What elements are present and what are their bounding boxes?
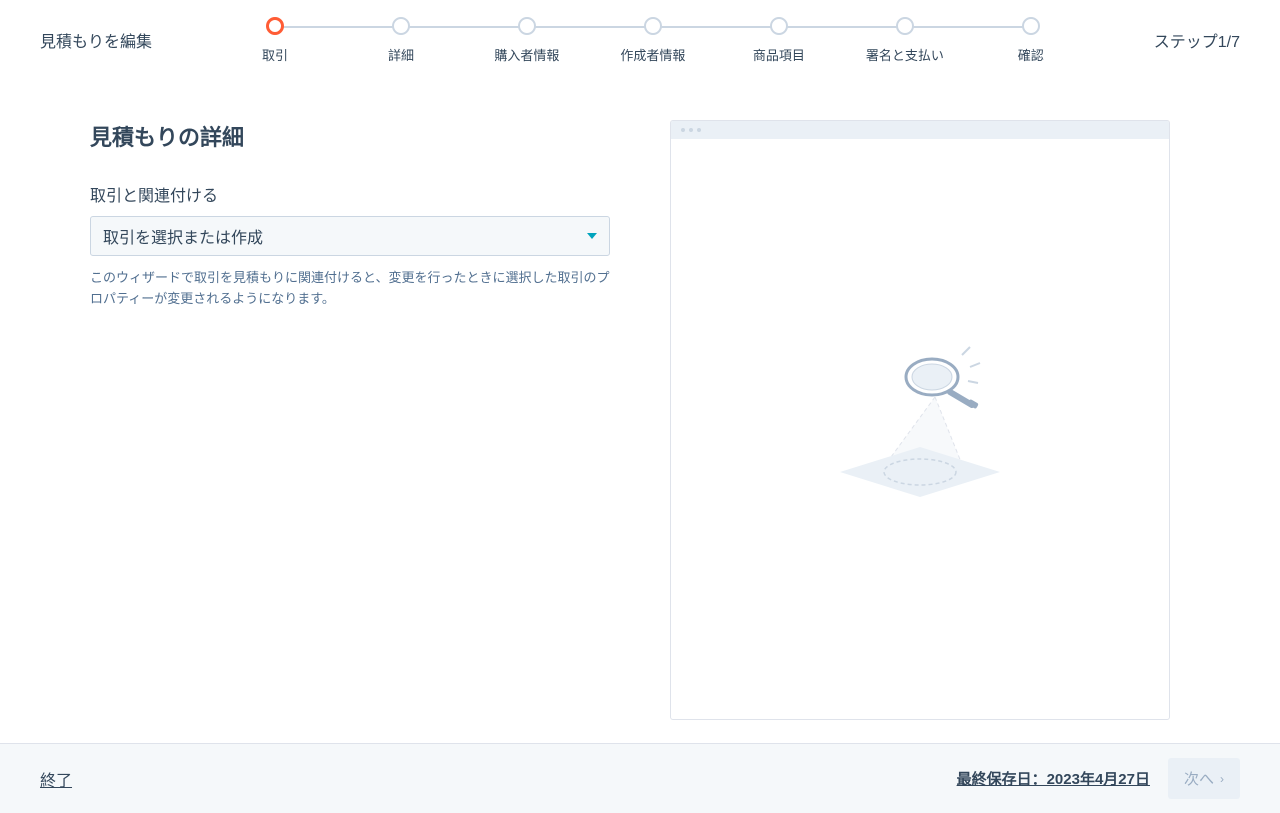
step-details[interactable]: 詳細 [338, 17, 464, 64]
step-label: 署名と支払い [866, 45, 944, 64]
step-label: 商品項目 [753, 45, 805, 64]
step-label: 取引 [262, 45, 288, 64]
step-circle-icon [644, 17, 662, 35]
step-label: 確認 [1018, 45, 1044, 64]
main-content: 見積もりの詳細 取引と関連付ける 取引を選択または作成 このウィザードで取引を見… [0, 80, 1280, 743]
titlebar-dot-icon [689, 128, 693, 132]
help-text: このウィザードで取引を見積もりに関連付けると、変更を行ったときに選択した取引のプ… [90, 268, 610, 310]
select-placeholder: 取引を選択または作成 [103, 224, 263, 248]
preview-titlebar [671, 121, 1169, 139]
magnifier-spotlight-icon [820, 337, 1020, 517]
page-title: 見積もりを編集 [40, 28, 152, 52]
footer-right: 最終保存日：2023年4月27日 次へ › [957, 758, 1240, 799]
step-circle-icon [770, 17, 788, 35]
preview-body [671, 139, 1169, 719]
step-label: 詳細 [388, 45, 414, 64]
step-deal[interactable]: 取引 [212, 17, 338, 64]
stepper: 取引 詳細 購入者情報 作成者情報 商品項目 署名と支払い [152, 17, 1154, 64]
exit-link[interactable]: 終了 [40, 767, 72, 791]
empty-state-illustration [820, 337, 1020, 522]
field-label-deal: 取引と関連付ける [90, 182, 610, 206]
deal-select[interactable]: 取引を選択または作成 [90, 216, 610, 256]
caret-down-icon [587, 233, 597, 239]
next-button[interactable]: 次へ › [1168, 758, 1240, 799]
step-connector [653, 26, 779, 28]
step-connector [401, 26, 527, 28]
step-buyer-info[interactable]: 購入者情報 [464, 17, 590, 64]
step-circle-icon [896, 17, 914, 35]
step-connector [527, 26, 653, 28]
wizard-header: 見積もりを編集 取引 詳細 購入者情報 作成者情報 商品項目 [0, 0, 1280, 80]
chevron-right-icon: › [1220, 772, 1224, 786]
preview-column [670, 120, 1190, 743]
step-circle-icon [518, 17, 536, 35]
titlebar-dot-icon [681, 128, 685, 132]
step-confirm[interactable]: 確認 [968, 17, 1094, 64]
next-button-label: 次へ [1184, 768, 1214, 789]
last-saved-text: 最終保存日：2023年4月27日 [957, 768, 1150, 789]
step-label: 作成者情報 [620, 45, 685, 64]
step-signature-payment[interactable]: 署名と支払い [842, 17, 968, 64]
step-indicator: ステップ1/7 [1154, 28, 1240, 52]
step-connector [779, 26, 905, 28]
step-circle-icon [1022, 17, 1040, 35]
wizard-footer: 終了 最終保存日：2023年4月27日 次へ › [0, 743, 1280, 813]
step-creator-info[interactable]: 作成者情報 [590, 17, 716, 64]
preview-card [670, 120, 1170, 720]
form-column: 見積もりの詳細 取引と関連付ける 取引を選択または作成 このウィザードで取引を見… [90, 120, 610, 743]
step-connector [275, 26, 401, 28]
titlebar-dot-icon [697, 128, 701, 132]
step-line-items[interactable]: 商品項目 [716, 17, 842, 64]
step-connector [905, 26, 1031, 28]
step-circle-icon [266, 17, 284, 35]
section-title: 見積もりの詳細 [90, 120, 610, 152]
step-label: 購入者情報 [494, 45, 559, 64]
step-circle-icon [392, 17, 410, 35]
